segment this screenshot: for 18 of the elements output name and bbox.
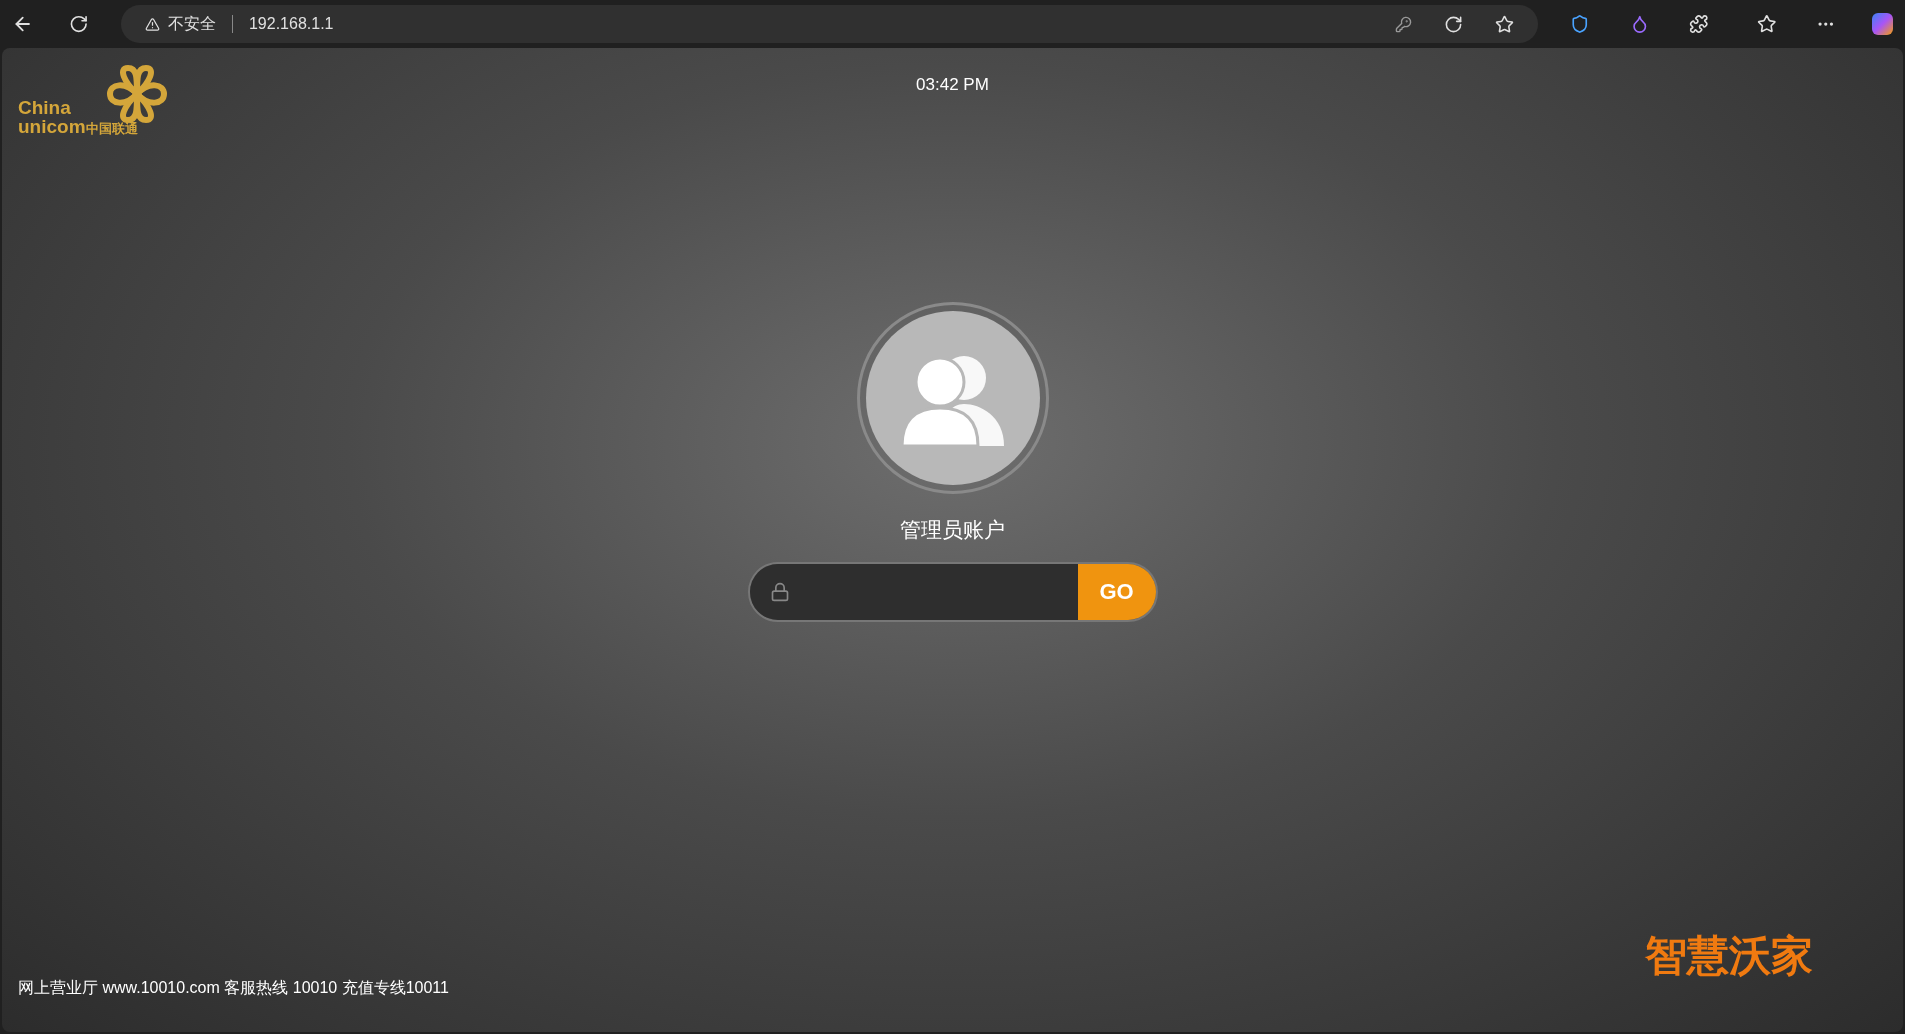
favorites-icon[interactable] [1756, 14, 1777, 34]
logo-text: 中国联通 [85, 121, 138, 136]
footer-text: 网上营业厅 www.10010.com 客服热线 10010 充值专线10011 [18, 978, 449, 998]
extensions-icon[interactable] [1689, 14, 1709, 34]
logo-text: unicom [18, 117, 86, 136]
address-bar[interactable]: 不安全 192.168.1.1 [120, 5, 1539, 43]
brand-logo: 智慧沃家 [1645, 931, 1814, 981]
refresh-icon[interactable] [1444, 14, 1464, 34]
logo-text: China [18, 98, 72, 117]
url-text: 192.168.1.1 [248, 14, 334, 34]
reload-icon[interactable] [69, 14, 89, 34]
shield-icon[interactable] [1570, 14, 1590, 34]
key-icon[interactable] [1395, 15, 1413, 33]
favorite-icon[interactable] [1495, 14, 1515, 34]
security-label: 不安全 [167, 14, 216, 34]
warning-icon [144, 16, 160, 32]
clock-time: 03:42 PM [916, 74, 989, 96]
account-label: 管理员账户 [900, 517, 1005, 543]
